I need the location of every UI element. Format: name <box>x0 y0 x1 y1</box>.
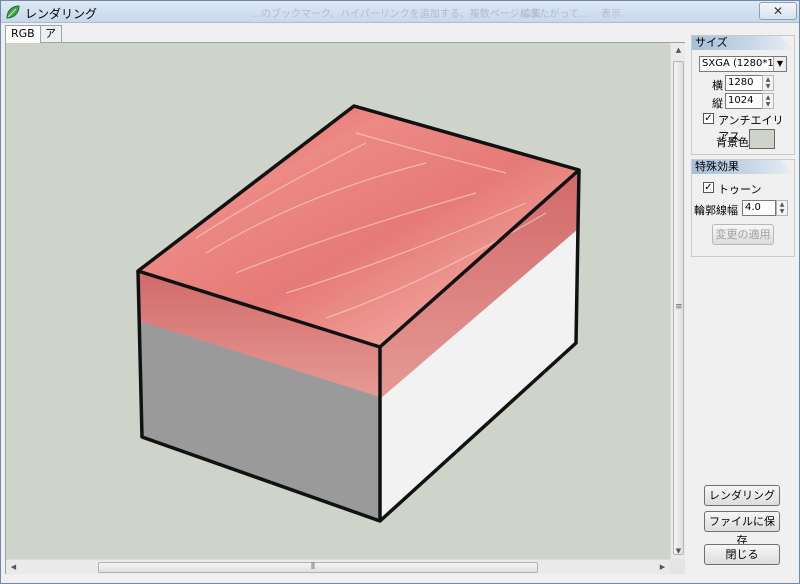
spin-up-icon[interactable]: ▲ <box>763 76 773 83</box>
tab-alpha[interactable]: アルファ <box>39 25 62 82</box>
spin-down-icon[interactable]: ▼ <box>763 83 773 90</box>
scroll-up-icon[interactable]: ▲ <box>671 43 686 58</box>
title-bar[interactable]: レンダリング …のブックマーク、ハイパーリンクを追加する、複数ページにまたがって… <box>1 1 799 23</box>
effects-panel: 特殊効果 ✓ トゥーン 輪郭線幅 4.0 ▲ ▼ 変更の適用 <box>691 159 795 257</box>
scroll-down-icon[interactable]: ▼ <box>671 544 686 559</box>
save-to-file-button[interactable]: ファイルに保存 <box>704 511 780 547</box>
width-input[interactable]: 1280 <box>725 75 763 91</box>
spin-up-icon[interactable]: ▲ <box>763 94 773 101</box>
apply-changes-button[interactable]: 変更の適用 <box>712 224 774 245</box>
width-spinner[interactable]: ▲ ▼ <box>762 75 774 91</box>
window-title: レンダリング <box>25 7 98 21</box>
width-label: 横 <box>712 79 723 92</box>
spin-up-icon[interactable]: ▲ <box>777 201 787 208</box>
outline-width-input[interactable]: 4.0 <box>742 200 776 216</box>
app-leaf-icon <box>6 5 20 19</box>
height-label: 縦 <box>712 97 723 110</box>
render-window: レンダリング …のブックマーク、ハイパーリンクを追加する、複数ページにまたがって… <box>0 0 800 584</box>
size-panel: サイズ SXGA (1280*1024) ▼ 横 1280 ▲ ▼ 縦 1024… <box>691 35 795 155</box>
scrollbar-corner <box>670 559 685 574</box>
spin-down-icon[interactable]: ▼ <box>763 101 773 108</box>
background-menu-text: 編集 <box>521 9 541 20</box>
rendered-box-image <box>136 104 581 523</box>
outline-width-spinner[interactable]: ▲ ▼ <box>776 200 788 216</box>
render-preview: ▲ ≡ ▼ ◀ ⦀ ▶ <box>5 42 685 574</box>
horizontal-scrollbar[interactable]: ◀ ⦀ ▶ <box>6 559 670 574</box>
tab-rgb[interactable]: RGB <box>5 25 41 43</box>
render-button[interactable]: レンダリング <box>704 485 780 506</box>
toon-label: トゥーン <box>718 183 762 196</box>
scroll-left-icon[interactable]: ◀ <box>6 560 21 575</box>
spin-down-icon[interactable]: ▼ <box>777 208 787 215</box>
bg-color-label: 背景色 <box>716 136 749 149</box>
height-spinner[interactable]: ▲ ▼ <box>762 93 774 109</box>
effects-panel-header: 特殊効果 <box>692 160 794 174</box>
close-icon: ✕ <box>772 4 784 18</box>
height-input[interactable]: 1024 <box>725 93 763 109</box>
close-button[interactable]: 閉じる <box>704 544 780 565</box>
vertical-scrollbar[interactable]: ▲ ≡ ▼ <box>670 43 685 559</box>
close-window-button[interactable]: ✕ <box>759 2 797 20</box>
horizontal-scroll-thumb[interactable]: ⦀ <box>98 562 538 573</box>
bg-color-swatch[interactable] <box>749 129 775 149</box>
grip-icon: ≡ <box>675 302 683 312</box>
grip-icon: ⦀ <box>311 562 315 572</box>
background-menu-text: 表示 <box>601 9 621 20</box>
scroll-right-icon[interactable]: ▶ <box>655 560 670 575</box>
chevron-down-icon[interactable]: ▼ <box>773 57 786 71</box>
resolution-select[interactable]: SXGA (1280*1024) ▼ <box>699 56 787 72</box>
vertical-scroll-thumb[interactable]: ≡ <box>673 61 684 555</box>
toon-checkbox[interactable]: ✓ <box>703 182 714 193</box>
size-panel-header: サイズ <box>692 36 794 50</box>
antialias-checkbox[interactable]: ✓ <box>703 113 714 124</box>
outline-width-label: 輪郭線幅 <box>694 204 738 217</box>
